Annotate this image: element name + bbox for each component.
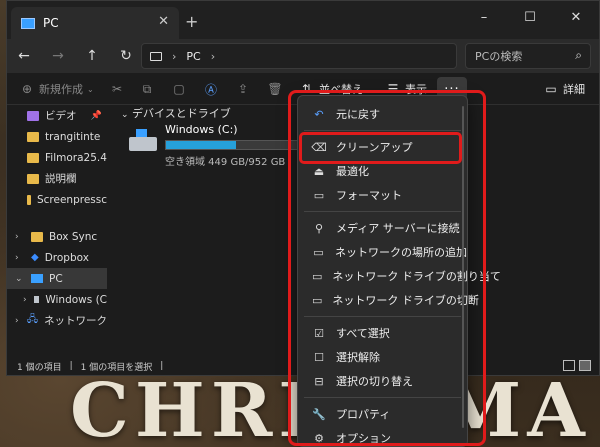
chevron-right-icon: › [172,49,177,63]
address-bar[interactable]: › PC › [141,43,457,69]
chevron-down-icon: ⌄ [87,84,94,94]
sidebar-item-label: Dropbox [44,251,89,264]
close-button[interactable]: ✕ [553,1,599,33]
breadcrumb-pc[interactable]: PC [186,50,200,63]
video-folder-icon [27,110,39,121]
sidebar-item-pc[interactable]: ⌄ PC [7,268,107,289]
refresh-icon[interactable]: ↻ [109,42,143,70]
chevron-right-icon[interactable]: › [15,316,21,326]
sidebar-item-label: Box Sync [49,230,98,243]
new-tab-button[interactable]: + [185,12,198,31]
pin-icon: 📌 [90,110,102,121]
sidebar-item-setsumeiran[interactable]: 説明欄 [7,168,107,189]
sidebar-item-windows-c[interactable]: › Windows (C [7,289,107,310]
dropbox-icon: ◆ [31,252,39,263]
scissors-icon: ✂ [111,82,123,96]
folder-icon [27,131,39,142]
windows-drive-icon [129,129,157,155]
paste-button[interactable]: ▢ [171,81,187,97]
tab-pc[interactable]: PC ✕ [11,7,179,39]
drive-windows-c[interactable]: Windows (C:) 空き領域 449 GB/952 GB [129,123,299,169]
share-button[interactable]: ⇪ [235,81,251,97]
sidebar-item-label: PC [49,272,63,285]
monitor-icon [31,274,43,283]
title-bar: PC ✕ + – ☐ ✕ [7,1,599,39]
sidebar-item-filmora[interactable]: Filmora25.4 [7,147,107,168]
sidebar-item-box-sync[interactable]: › Box Sync [7,226,107,247]
folder-icon [27,173,39,184]
sidebar-item-dropbox[interactable]: › ◆ Dropbox [7,247,107,268]
trash-icon: 🗑 [267,82,283,96]
details-label: 詳細 [563,83,585,96]
details-button[interactable]: ▭ 詳細 [543,81,585,97]
minimize-button[interactable]: – [461,1,507,33]
group-title: デバイスとドライブ [132,107,231,120]
new-button[interactable]: ⊕ 新規作成 ⌄ [19,81,94,97]
copy-icon: ⧉ [142,81,152,96]
folder-icon [27,152,39,163]
sidebar-item-label: trangitinte [45,130,101,143]
chevron-right-icon[interactable]: › [15,232,25,242]
cut-button[interactable]: ✂ [109,81,125,97]
up-arrow-icon[interactable]: ↑ [75,42,109,70]
sidebar-item-network[interactable]: › 🖧 ネットワーク [7,310,107,331]
sidebar-item-label: ネットワーク [44,315,107,327]
rename-icon: Ⓐ [204,82,217,97]
drive-name: Windows (C:) [165,123,238,136]
sidebar-item-label: Screenpressc [36,193,107,206]
navigation-bar: ← → ↑ ↻ › PC › PCの検索 ⌕ [7,39,599,73]
network-icon: 🖧 [26,314,38,325]
tab-title: PC [43,16,59,30]
delete-button[interactable]: 🗑 [267,81,283,97]
tab-close-icon[interactable]: ✕ [158,14,169,29]
new-label: 新規作成 [39,83,83,96]
share-icon: ⇪ [237,82,249,96]
chevron-right-icon[interactable]: › [15,253,25,263]
copy-button[interactable]: ⧉ [139,81,155,97]
annotation-highlight-cleanup [299,132,462,164]
item-count: 1 個の項目 [17,362,62,373]
rename-button[interactable]: Ⓐ [203,81,219,97]
sidebar-item-trangitinte[interactable]: trangitinte [7,126,107,147]
chevron-right-icon[interactable]: › [23,295,28,305]
folder-icon [27,194,31,205]
drive-usage-bar [165,140,299,150]
folder-icon [31,231,43,242]
selected-count: 1 個の項目を選択 [80,362,153,373]
navigation-pane: ビデオ 📌 trangitinte Filmora25.4 説明欄 Screen… [7,105,107,353]
sidebar-item-video[interactable]: ビデオ 📌 [7,105,107,126]
monitor-icon [150,51,162,61]
sidebar-item-label: ビデオ [45,110,77,122]
details-view-icon[interactable] [563,360,575,371]
tiles-view-icon[interactable] [579,360,591,371]
details-pane-icon: ▭ [545,82,557,96]
maximize-button[interactable]: ☐ [507,1,553,33]
sidebar-item-label: Filmora25.4 [45,151,107,164]
chevron-right-icon: › [210,49,216,63]
drive-icon [33,296,40,303]
group-header[interactable]: ⌄ デバイスとドライブ [121,105,231,121]
sidebar-item-screenpresso[interactable]: Screenpressc [7,189,107,210]
monitor-icon [21,17,35,29]
clipboard-icon: ▢ [173,82,185,96]
search-icon: ⌕ [575,48,582,62]
forward-arrow-icon[interactable]: → [41,42,75,70]
drive-space: 空き領域 449 GB/952 GB [165,157,286,168]
plus-circle-icon: ⊕ [21,82,33,96]
sidebar-item-label: 説明欄 [45,173,77,185]
chevron-down-icon: ⌄ [121,110,129,120]
search-input[interactable]: PCの検索 ⌕ [465,43,591,69]
sidebar-item-label: Windows (C [45,293,107,306]
chevron-down-icon[interactable]: ⌄ [15,274,25,284]
back-arrow-icon[interactable]: ← [7,42,41,70]
search-placeholder: PCの検索 [475,50,523,63]
